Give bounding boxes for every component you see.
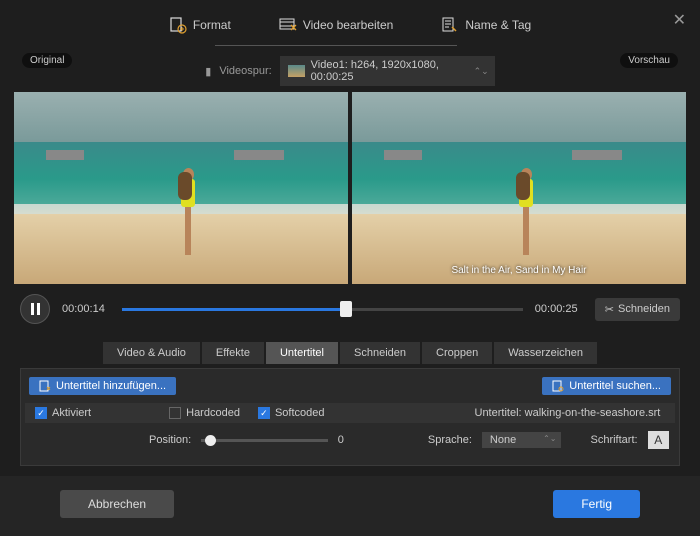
font-button[interactable]: A [648, 431, 669, 449]
done-button[interactable]: Fertig [553, 490, 640, 518]
activated-label: Aktiviert [52, 407, 91, 419]
edit-tab-subtitle[interactable]: Untertitel [266, 342, 338, 364]
search-subtitle-label: Untertitel suchen... [569, 380, 661, 392]
top-tabs: Format Video bearbeiten Name & Tag [0, 0, 700, 50]
edit-tab-effects[interactable]: Effekte [202, 342, 264, 364]
activated-checkbox[interactable]: ✓ Aktiviert [35, 407, 91, 419]
subtitle-overlay-text: Salt in the Air, Sand in My Hair [352, 265, 686, 276]
chevron-updown-icon: ⌃⌄ [543, 434, 556, 443]
total-time: 00:00:25 [535, 303, 583, 315]
hardcoded-label: Hardcoded [186, 407, 240, 419]
search-subtitle-icon [552, 380, 564, 392]
tab-video-edit-label: Video bearbeiten [303, 18, 394, 32]
preview-label: Vorschau [620, 53, 678, 68]
checkbox-checked-icon: ✓ [258, 407, 270, 419]
language-label: Sprache: [428, 434, 472, 446]
subtitle-file-label: Untertitel: [475, 407, 522, 419]
pause-button[interactable] [20, 294, 50, 324]
tab-name-tag-label: Name & Tag [465, 18, 531, 32]
subtitle-file-info: Untertitel: walking-on-the-seashore.srt [475, 407, 661, 419]
current-time: 00:00:14 [62, 303, 110, 315]
chevron-updown-icon: ⌃⌄ [474, 66, 489, 77]
original-video-pane[interactable] [14, 92, 348, 284]
position-value: 0 [338, 434, 344, 446]
edit-tab-watermark[interactable]: Wasserzeichen [494, 342, 597, 364]
timeline-slider[interactable] [122, 299, 523, 319]
language-select[interactable]: None ⌃⌄ [482, 432, 561, 448]
tab-format[interactable]: Format [165, 12, 235, 38]
track-value: Video1: h264, 1920x1080, 00:00:25 [311, 59, 475, 83]
font-label: Schriftart: [591, 434, 638, 446]
edit-tab-video-audio[interactable]: Video & Audio [103, 342, 200, 364]
track-select[interactable]: Video1: h264, 1920x1080, 00:00:25 ⌃⌄ [280, 56, 495, 86]
position-label: Position: [149, 434, 191, 446]
font-glyph: A [654, 433, 662, 447]
videospur-icon: ▮ [205, 65, 211, 78]
track-label: Videospur: [219, 65, 271, 77]
checkbox-empty-icon [169, 407, 181, 419]
cut-label: Schneiden [618, 303, 670, 315]
tab-name-tag[interactable]: Name & Tag [437, 12, 535, 38]
original-label: Original [22, 53, 72, 68]
language-value: None [490, 434, 516, 446]
track-thumb-icon [288, 65, 305, 77]
name-tag-icon [441, 16, 459, 34]
position-slider[interactable] [201, 439, 328, 442]
preview-video-pane[interactable]: Salt in the Air, Sand in My Hair [352, 92, 686, 284]
position-thumb[interactable] [205, 435, 216, 446]
timeline-row: 00:00:14 00:00:25 ✂ Schneiden [0, 284, 700, 334]
softcoded-checkbox[interactable]: ✓ Softcoded [258, 407, 325, 419]
track-row: Original ▮ Videospur: Video1: h264, 1920… [0, 50, 700, 92]
edit-tabs: Video & Audio Effekte Untertitel Schneid… [0, 334, 700, 368]
timeline-thumb[interactable] [340, 301, 352, 317]
cancel-button[interactable]: Abbrechen [60, 490, 174, 518]
format-icon [169, 16, 187, 34]
pause-icon [31, 303, 40, 315]
subtitle-panel: Untertitel hinzufügen... Untertitel such… [20, 368, 680, 466]
add-subtitle-icon [39, 380, 51, 392]
video-edit-icon [279, 16, 297, 34]
tab-video-edit[interactable]: Video bearbeiten [275, 12, 398, 38]
subtitle-file-name: walking-on-the-seashore.srt [525, 407, 661, 419]
footer: Abbrechen Fertig [0, 476, 700, 536]
add-subtitle-button[interactable]: Untertitel hinzufügen... [29, 377, 176, 395]
tab-format-label: Format [193, 18, 231, 32]
cut-button[interactable]: ✂ Schneiden [595, 298, 680, 321]
hardcoded-checkbox[interactable]: Hardcoded [169, 407, 240, 419]
scissors-icon: ✂ [605, 303, 614, 316]
preview-row: Salt in the Air, Sand in My Hair [0, 92, 700, 284]
add-subtitle-label: Untertitel hinzufügen... [56, 380, 166, 392]
edit-tab-cut[interactable]: Schneiden [340, 342, 420, 364]
checkbox-checked-icon: ✓ [35, 407, 47, 419]
search-subtitle-button[interactable]: Untertitel suchen... [542, 377, 671, 395]
edit-tab-crop[interactable]: Croppen [422, 342, 492, 364]
softcoded-label: Softcoded [275, 407, 325, 419]
